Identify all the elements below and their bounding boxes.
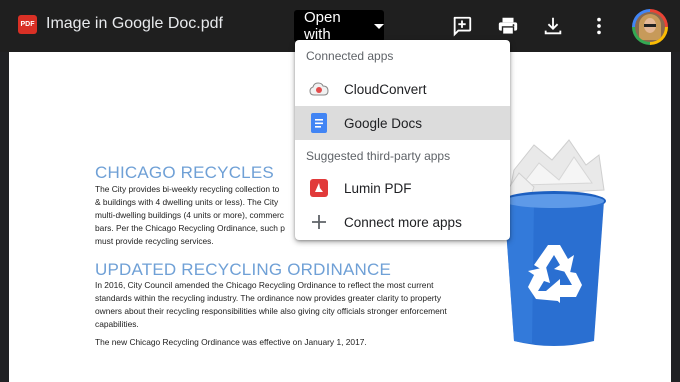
heading-chicago-recycles: CHICAGO RECYCLES bbox=[95, 163, 274, 182]
menu-item-label: Lumin PDF bbox=[344, 180, 412, 196]
download-icon[interactable] bbox=[541, 14, 565, 38]
print-icon[interactable] bbox=[496, 14, 520, 38]
body-line: capabilities. bbox=[95, 319, 139, 329]
body-line: The City provides bi-weekly recycling co… bbox=[95, 184, 280, 194]
menu-item-label: Google Docs bbox=[344, 115, 423, 131]
body-line: & buildings with 4 dwelling units or les… bbox=[95, 197, 279, 207]
open-with-button[interactable]: Open with bbox=[294, 9, 384, 43]
avatar-photo bbox=[635, 12, 665, 42]
more-options-icon[interactable] bbox=[587, 14, 611, 38]
menu-item-label: Connect more apps bbox=[344, 214, 462, 230]
body-line: must provide recycling services. bbox=[95, 236, 214, 246]
open-with-menu: Connected apps CloudConvert Google Docs … bbox=[295, 40, 510, 240]
caret-down-icon bbox=[374, 23, 384, 29]
google-docs-icon bbox=[309, 113, 329, 133]
open-with-label: Open with bbox=[304, 9, 341, 43]
heading-updated-ordinance: UPDATED RECYCLING ORDINANCE bbox=[95, 260, 392, 279]
cloudconvert-icon bbox=[309, 79, 329, 99]
menu-item-connect-more-apps[interactable]: Connect more apps bbox=[295, 205, 510, 239]
pdf-file-icon: PDF bbox=[18, 15, 37, 34]
body-line: bars. Per the Chicago Recycling Ordinanc… bbox=[95, 223, 285, 233]
menu-item-lumin-pdf[interactable]: Lumin PDF bbox=[295, 171, 510, 205]
suggested-apps-heading: Suggested third-party apps bbox=[306, 149, 451, 163]
menu-item-cloudconvert[interactable]: CloudConvert bbox=[295, 72, 510, 106]
body-line: In 2016, City Council amended the Chicag… bbox=[95, 280, 434, 290]
body-line: multi-dwelling buildings (4 units or mor… bbox=[95, 210, 284, 220]
body-line: The new Chicago Recycling Ordinance was … bbox=[95, 337, 367, 347]
body-line: owners about their recycling responsibil… bbox=[95, 306, 447, 316]
file-name: Image in Google Doc.pdf bbox=[46, 15, 223, 32]
body-line: standards within the recycling industry.… bbox=[95, 293, 442, 303]
lumin-pdf-icon bbox=[309, 178, 329, 198]
menu-item-google-docs[interactable]: Google Docs bbox=[295, 106, 510, 140]
plus-icon bbox=[309, 212, 329, 232]
connected-apps-heading: Connected apps bbox=[306, 49, 394, 63]
add-comment-icon[interactable] bbox=[450, 14, 474, 38]
menu-item-label: CloudConvert bbox=[344, 81, 427, 97]
account-avatar[interactable] bbox=[632, 9, 668, 45]
